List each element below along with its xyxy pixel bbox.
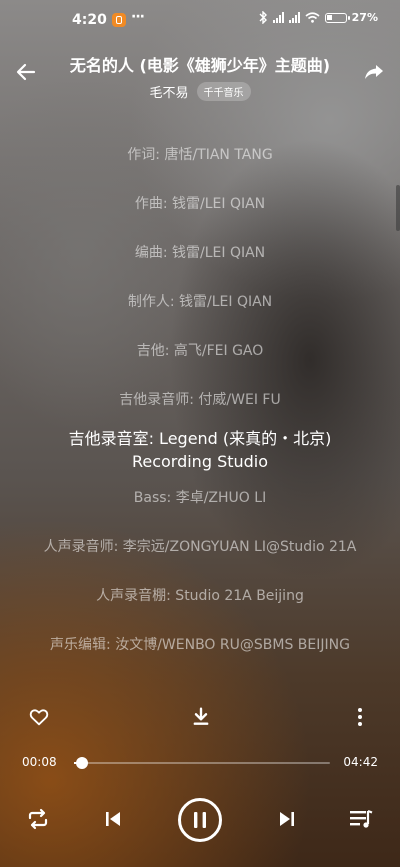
current-time: 00:08 — [22, 755, 57, 769]
lyric-line: 声乐编辑: 汝文博/WENBO RU@SBMS BEIJING — [50, 637, 350, 653]
signal-icon-2 — [288, 12, 300, 23]
playback-controls — [0, 796, 400, 842]
player-header: 无名的人 (电影《雄狮少年》主题曲) 毛不易 千千音乐 — [0, 48, 400, 102]
scroll-indicator[interactable] — [396, 185, 400, 231]
song-title: 无名的人 (电影《雄狮少年》主题曲) — [69, 56, 331, 75]
battery-level: 27% — [351, 11, 378, 24]
lyric-line: 作曲: 钱雷/LEI QIAN — [134, 196, 266, 212]
action-bar — [0, 704, 400, 732]
lyric-line: 编曲: 钱雷/LEI QIAN — [134, 245, 266, 261]
progress-bar: 00:08 04:42 — [0, 753, 400, 773]
back-arrow-icon — [16, 63, 36, 81]
heart-icon — [29, 709, 49, 726]
more-button[interactable] — [352, 706, 368, 728]
share-button[interactable] — [362, 60, 386, 84]
status-time: 4:20 — [72, 12, 107, 28]
lyric-line-active: 吉他录音室: Legend (来真的・北京) Recording Studio — [68, 429, 332, 471]
lyric-line: 作词: 唐恬/TIAN TANG — [127, 147, 273, 163]
battery-icon — [324, 12, 350, 23]
more-notifications-icon: ··· — [131, 9, 145, 25]
like-button[interactable] — [28, 706, 50, 728]
more-vertical-icon — [358, 708, 362, 726]
seek-thumb[interactable] — [75, 757, 88, 769]
app-notification-icon — [112, 13, 126, 27]
share-icon — [365, 65, 383, 79]
artist-row: 毛不易 千千音乐 — [0, 82, 400, 101]
lyric-line: 吉他录音师: 付威/WEI FU — [119, 392, 281, 408]
lyric-line: 制作人: 钱雷/LEI QIAN — [127, 294, 273, 310]
previous-button[interactable] — [102, 808, 124, 830]
status-bar: 4:20 ··· 27% — [0, 0, 400, 40]
repeat-button[interactable] — [26, 807, 50, 831]
artist-name[interactable]: 毛不易 — [149, 82, 188, 101]
next-button[interactable] — [276, 808, 298, 830]
playlist-button[interactable] — [348, 807, 374, 831]
pause-icon — [194, 812, 206, 828]
lyric-line: 人声录音棚: Studio 21A Beijing — [96, 588, 304, 604]
label-badge[interactable]: 千千音乐 — [196, 82, 251, 101]
repeat-icon — [28, 808, 48, 830]
playlist-icon — [350, 809, 373, 828]
seek-track[interactable] — [74, 757, 330, 769]
next-icon — [280, 812, 294, 826]
total-time: 04:42 — [343, 755, 378, 769]
download-icon — [193, 707, 209, 725]
previous-icon — [106, 812, 120, 826]
back-button[interactable] — [14, 60, 38, 84]
signal-icon-1 — [272, 12, 284, 23]
pause-button[interactable] — [178, 798, 222, 842]
lyric-line: 人声录音师: 李宗远/ZONGYUAN LI@Studio 21A — [43, 539, 357, 555]
status-right: 27% — [259, 11, 378, 24]
bluetooth-icon — [259, 11, 268, 24]
download-button[interactable] — [190, 706, 212, 728]
wifi-icon — [305, 12, 320, 23]
lyric-line: Bass: 李卓/ZHUO LI — [133, 490, 267, 506]
lyric-line: 吉他: 高飞/FEI GAO — [136, 343, 264, 359]
